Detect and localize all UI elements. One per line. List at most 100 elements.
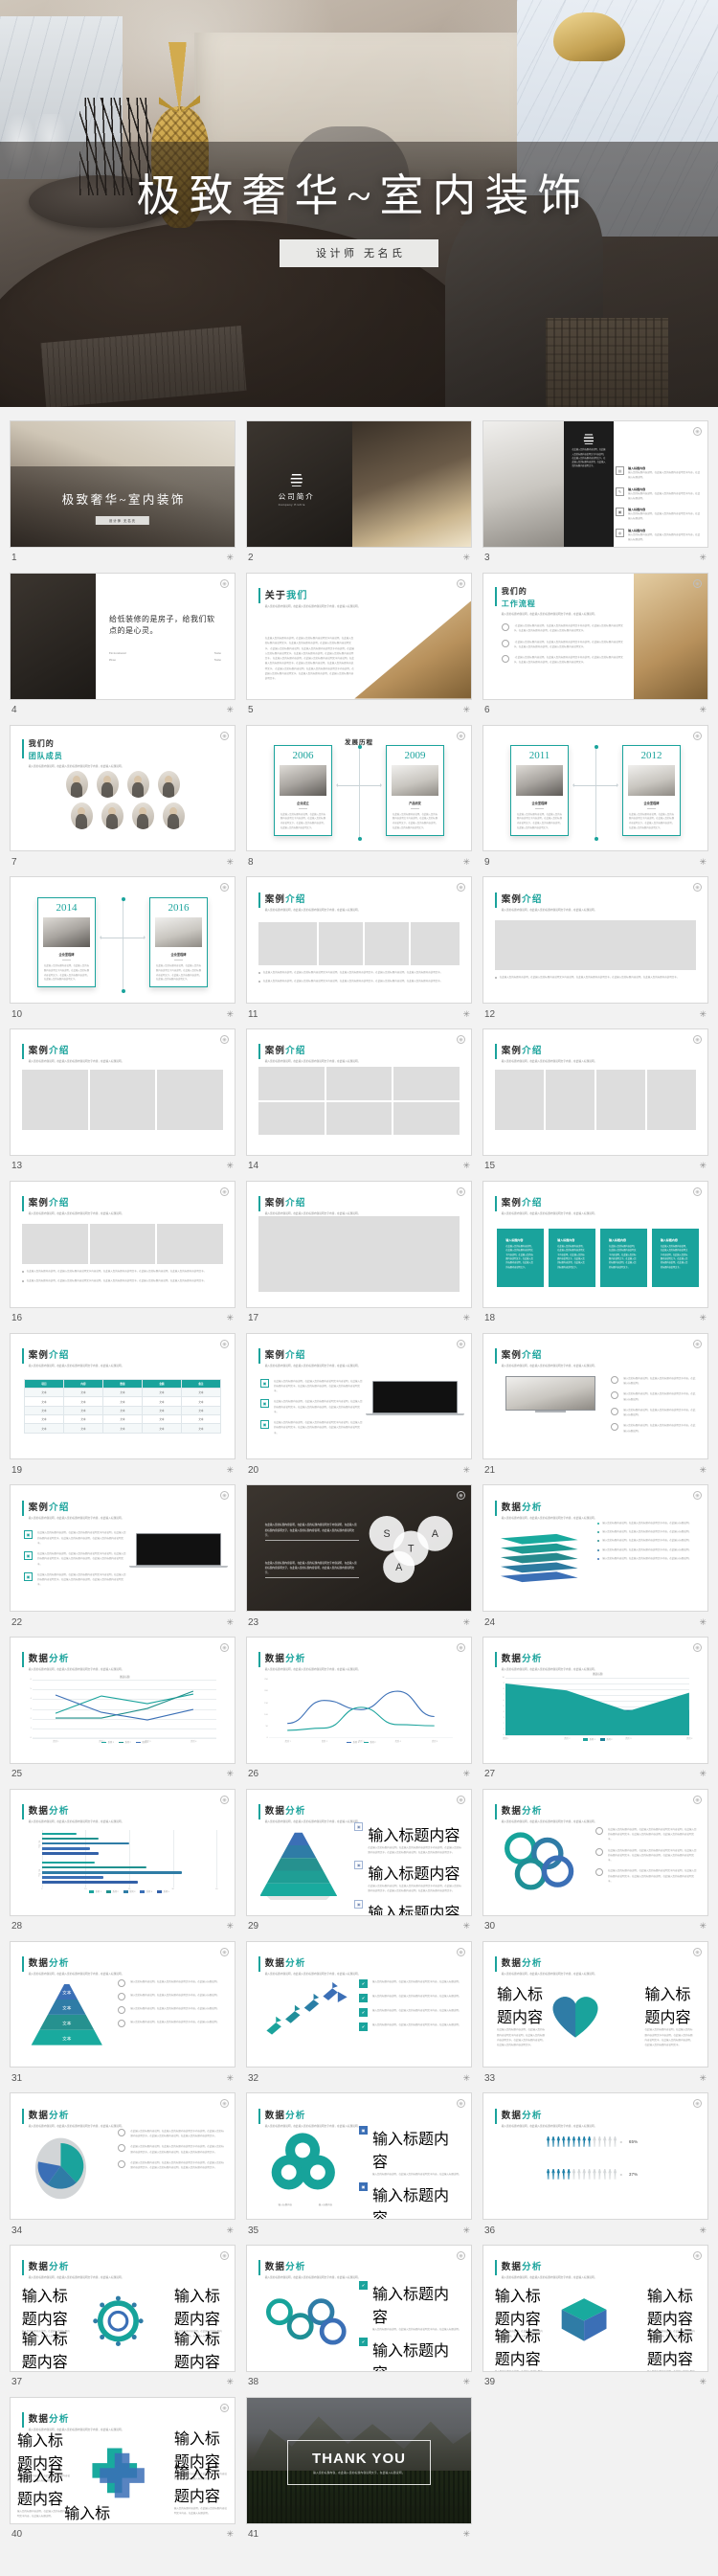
slide-thumbnail-4[interactable]: 给低装修的是房子，给我们软点的是心灵。 Environmental Name Phas… bbox=[10, 572, 236, 700]
slide-thumbnail-35[interactable]: 数据分析 输入您的标题内容说明，在此输入您的标题内容说明文字内容，在此输入标题说明… bbox=[246, 2092, 472, 2220]
favorite-star-icon[interactable]: ✳ bbox=[226, 1009, 234, 1019]
list-item[interactable]: · 在此输入您的标题内容说明，在此输入您的标题内容说明文字内容说明，在此输入您的… bbox=[501, 639, 627, 650]
slide-thumbnail-26[interactable]: 数据分析 输入您的标题内容说明，在此输入您的标题内容说明文字内容，在此输入标题说明… bbox=[246, 1637, 472, 1764]
slide-thumbnail-40[interactable]: 数据分析 输入您的标题内容说明，在此输入您的标题内容说明文字内容，在此输入标题说明… bbox=[10, 2396, 236, 2524]
favorite-star-icon[interactable]: ✳ bbox=[462, 857, 470, 867]
list-item[interactable]: ▣ 在此输入您的标题内容说明，在此输入您的标题内容说明文字内容说明，在此输入您的标… bbox=[24, 1551, 127, 1567]
favorite-star-icon[interactable]: ✳ bbox=[226, 1465, 234, 1475]
slide-thumbnail-11[interactable]: 案例介绍 输入您的标题内容说明，在此输入您的标题内容说明文字内容，在此输入标题说明… bbox=[246, 876, 472, 1004]
slide-thumbnail-22[interactable]: 案例介绍 输入您的标题内容说明，在此输入您的标题内容说明文字内容，在此输入标题说明… bbox=[10, 1484, 236, 1612]
list-item[interactable]: 输入您的标题内容说明，在此输入您的标题内容说明文字内容，在此输入标题说明。 bbox=[611, 1407, 696, 1418]
favorite-star-icon[interactable]: ✳ bbox=[699, 1922, 707, 1931]
favorite-star-icon[interactable]: ✳ bbox=[462, 1922, 470, 1931]
slide-thumbnail-30[interactable]: 数据分析 输入您的标题内容说明，在此输入您的标题内容说明文字内容，在此输入标题说明… bbox=[482, 1788, 708, 1916]
slide-thumbnail-29[interactable]: 数据分析 输入您的标题内容说明，在此输入您的标题内容说明文字内容，在此输入标题说明… bbox=[246, 1788, 472, 1916]
slide-thumbnail-32[interactable]: 数据分析 输入您的标题内容说明，在此输入您的标题内容说明文字内容，在此输入标题说明… bbox=[246, 1940, 472, 2068]
slide-thumbnail-14[interactable]: 案例介绍 输入您的标题内容说明，在此输入您的标题内容说明文字内容，在此输入标题说明… bbox=[246, 1028, 472, 1156]
favorite-star-icon[interactable]: ✳ bbox=[699, 1770, 707, 1778]
list-item[interactable]: 输入您的标题内容说明，在此输入您的标题内容说明文字内容，在此输入标题说明。 bbox=[611, 1423, 696, 1434]
favorite-star-icon[interactable]: ✳ bbox=[226, 857, 234, 867]
favorite-star-icon[interactable]: ✳ bbox=[462, 554, 470, 562]
slide-thumbnail-15[interactable]: 案例介绍 输入您的标题内容说明，在此输入您的标题内容说明文字内容，在此输入标题说明… bbox=[482, 1028, 708, 1156]
favorite-star-icon[interactable]: ✳ bbox=[699, 2378, 707, 2386]
favorite-star-icon[interactable]: ✳ bbox=[462, 1465, 470, 1475]
favorite-star-icon[interactable]: ✳ bbox=[462, 1770, 470, 1778]
favorite-star-icon[interactable]: ✳ bbox=[699, 1162, 707, 1170]
list-item[interactable]: 输入您的标题内容说明，在此输入您的标题内容说明文字内容，在此输入标题说明。 bbox=[611, 1391, 696, 1402]
list-item[interactable]: · 在此输入您的标题内容说明，在此输入您的标题内容说明文字内容说明，在此输入您的… bbox=[501, 655, 627, 666]
favorite-star-icon[interactable]: ✳ bbox=[462, 2073, 470, 2083]
slide-thumbnail-25[interactable]: 数据分析 输入您的标题内容说明，在此输入您的标题内容说明文字内容，在此输入标题说明… bbox=[10, 1637, 236, 1764]
list-item[interactable]: ▣ 在此输入您的标题内容说明，在此输入您的标题内容说明文字内容说明，在此输入您的标… bbox=[260, 1378, 364, 1394]
slide-thumbnail-20[interactable]: 案例介绍 输入您的标题内容说明，在此输入您的标题内容说明文字内容，在此输入标题说明… bbox=[246, 1332, 472, 1460]
favorite-star-icon[interactable]: ✳ bbox=[699, 1314, 707, 1322]
list-item[interactable]: ◍ 输入标题内容 输入您的标题内容说明，在此输入您的标题内容说明文字内容，在此输入标… bbox=[616, 528, 701, 543]
timeline-card[interactable]: 2014 企业里程碑 在此输入您的标题内容说明，在此输入您的标题内容说明文字内容说明… bbox=[37, 897, 96, 988]
slide-thumbnail-12[interactable]: 案例介绍 输入您的标题内容说明，在此输入您的标题内容说明文字内容，在此输入标题说明… bbox=[482, 876, 708, 1004]
list-item[interactable]: 输入您的标题内容说明，在此输入您的标题内容说明文字内容，在此输入标题说明。 bbox=[611, 1375, 696, 1387]
favorite-star-icon[interactable]: ✳ bbox=[226, 2378, 234, 2386]
favorite-star-icon[interactable]: ✳ bbox=[462, 1617, 470, 1627]
slide-thumbnail-21[interactable]: 案例介绍 输入您的标题内容说明，在此输入您的标题内容说明文字内容，在此输入标题说明… bbox=[482, 1332, 708, 1460]
favorite-star-icon[interactable]: ✳ bbox=[462, 706, 470, 714]
info-card[interactable]: 输入标题内容 在此输入您的标题内容说明，在此输入您的标题内容说明文字内容说明，在此… bbox=[548, 1229, 595, 1287]
slide-thumbnail-2[interactable]: 公司简介 Company Profile bbox=[246, 420, 472, 548]
list-item[interactable]: ✎ 输入标题内容 输入您的标题内容说明，在此输入您的标题内容说明文字内容，在此输入标… bbox=[616, 486, 701, 502]
slide-thumbnail-24[interactable]: 数据分析 输入您的标题内容说明，在此输入您的标题内容说明文字内容，在此输入标题说明… bbox=[482, 1484, 708, 1612]
info-card[interactable]: 输入标题内容 在此输入您的标题内容说明，在此输入您的标题内容说明文字内容说明，在此… bbox=[497, 1229, 545, 1287]
list-item[interactable]: ▣ 在此输入您的标题内容说明，在此输入您的标题内容说明文字内容说明，在此输入您的标… bbox=[24, 1530, 127, 1546]
slide-thumbnail-41[interactable]: THANK YOU 输入您的标题内容，在此输入您的标题内容说明文字。在此输入标题说… bbox=[246, 2396, 472, 2524]
slide-thumbnail-19[interactable]: 案例介绍 输入您的标题内容说明，在此输入您的标题内容说明文字内容，在此输入标题说明… bbox=[10, 1332, 236, 1460]
timeline-card[interactable]: 2009 产品研发 在此输入您的标题内容说明，在此输入您的标题内容说明文字内容说明，… bbox=[386, 745, 444, 836]
favorite-star-icon[interactable]: ✳ bbox=[462, 1314, 470, 1322]
favorite-star-icon[interactable]: ✳ bbox=[462, 2530, 470, 2539]
favorite-star-icon[interactable]: ✳ bbox=[462, 1162, 470, 1170]
slide-thumbnail-6[interactable]: 我们的 工作流程 输入您的标题内容说明，在此输入您的标题内容说明文字内容，在此输入标… bbox=[482, 572, 708, 700]
info-card[interactable]: 输入标题内容 在此输入您的标题内容说明，在此输入您的标题内容说明文字内容说明，在此… bbox=[651, 1229, 699, 1287]
slide-thumbnail-36[interactable]: 数据分析 输入您的标题内容说明，在此输入您的标题内容说明文字内容，在此输入标题说明… bbox=[482, 2092, 708, 2220]
timeline-card[interactable]: 2006 企业成立 在此输入您的标题内容说明，在此输入您的标题内容说明文字内容说明，… bbox=[274, 745, 332, 836]
favorite-star-icon[interactable]: ✳ bbox=[226, 1314, 234, 1322]
favorite-star-icon[interactable]: ✳ bbox=[699, 2226, 707, 2235]
favorite-star-icon[interactable]: ✳ bbox=[699, 1009, 707, 1019]
list-item[interactable]: · 在此输入您的标题内容说明，在此输入您的标题内容说明文字内容说明，在此输入您的… bbox=[501, 623, 627, 634]
favorite-star-icon[interactable]: ✳ bbox=[462, 1009, 470, 1019]
list-item[interactable]: ▣ 在此输入您的标题内容说明，在此输入您的标题内容说明文字内容说明，在此输入您的标… bbox=[260, 1420, 364, 1435]
slide-thumbnail-5[interactable]: 关于我们 输入您的标题内容说明，在此输入您的标题内容说明文字内容，在此输入标题说明… bbox=[246, 572, 472, 700]
favorite-star-icon[interactable]: ✳ bbox=[699, 857, 707, 867]
favorite-star-icon[interactable]: ✳ bbox=[226, 1162, 234, 1170]
favorite-star-icon[interactable]: ✳ bbox=[226, 1770, 234, 1778]
slide-thumbnail-8[interactable]: 发展历程 2006 企业成立 在此输入您的标题内容说明，在此输入您的标题内容说明文字内… bbox=[246, 724, 472, 852]
list-item[interactable]: ▤ 输入标题内容 输入您的标题内容说明，在此输入您的标题内容说明文字内容，在此输入标… bbox=[616, 466, 701, 481]
slide-thumbnail-27[interactable]: 数据分析 输入您的标题内容说明，在此输入您的标题内容说明文字内容，在此输入标题说明… bbox=[482, 1637, 708, 1764]
slide-thumbnail-34[interactable]: 数据分析 输入您的标题内容说明，在此输入您的标题内容说明文字内容，在此输入标题说明… bbox=[10, 2092, 236, 2220]
slide-thumbnail-1[interactable]: 极致奢华~室内装饰 设计师 无名氏 bbox=[10, 420, 236, 548]
slide-thumbnail-3[interactable]: 在此输入您的标题内容说明，在此输入您的标题内容说明文字内容说明，在此输入您的标题… bbox=[482, 420, 708, 548]
favorite-star-icon[interactable]: ✳ bbox=[226, 554, 234, 562]
slide-thumbnail-17[interactable]: 案例介绍 输入您的标题内容说明，在此输入您的标题内容说明文字内容，在此输入标题说明… bbox=[246, 1180, 472, 1308]
info-card[interactable]: 输入标题内容 在此输入您的标题内容说明，在此输入您的标题内容说明文字内容说明，在此… bbox=[599, 1229, 647, 1287]
favorite-star-icon[interactable]: ✳ bbox=[226, 1922, 234, 1931]
favorite-star-icon[interactable]: ✳ bbox=[226, 2530, 234, 2539]
timeline-card[interactable]: 2012 企业里程碑 在此输入您的标题内容说明，在此输入您的标题内容说明文字内容说明… bbox=[622, 745, 681, 836]
list-item[interactable]: ▣ 在此输入您的标题内容说明，在此输入您的标题内容说明文字内容说明，在此输入您的标… bbox=[260, 1399, 364, 1414]
slide-thumbnail-38[interactable]: 数据分析 输入您的标题内容说明，在此输入您的标题内容说明文字内容，在此输入标题说明… bbox=[246, 2245, 472, 2372]
favorite-star-icon[interactable]: ✳ bbox=[699, 2073, 707, 2083]
slide-thumbnail-23[interactable]: S T A A 在此输入您的标题内容说明，在此输入您的标题内容说明文字内容说明，在此输入… bbox=[246, 1484, 472, 1612]
favorite-star-icon[interactable]: ✳ bbox=[226, 2073, 234, 2083]
favorite-star-icon[interactable]: ✳ bbox=[699, 1465, 707, 1475]
slide-thumbnail-28[interactable]: 数据分析 输入您的标题内容说明，在此输入您的标题内容说明文字内容，在此输入标题说明… bbox=[10, 1788, 236, 1916]
favorite-star-icon[interactable]: ✳ bbox=[699, 1617, 707, 1627]
slide-thumbnail-37[interactable]: 数据分析 输入您的标题内容说明，在此输入您的标题内容说明文字内容，在此输入标题说明… bbox=[10, 2245, 236, 2372]
favorite-star-icon[interactable]: ✳ bbox=[226, 706, 234, 714]
slide-thumbnail-10[interactable]: 2014 企业里程碑 在此输入您的标题内容说明，在此输入您的标题内容说明文字内容说明… bbox=[10, 876, 236, 1004]
favorite-star-icon[interactable]: ✳ bbox=[226, 1617, 234, 1627]
slide-thumbnail-18[interactable]: 案例介绍 输入您的标题内容说明，在此输入您的标题内容说明文字内容，在此输入标题说明… bbox=[482, 1180, 708, 1308]
favorite-star-icon[interactable]: ✳ bbox=[462, 2226, 470, 2235]
list-item[interactable]: ▣ 在此输入您的标题内容说明，在此输入您的标题内容说明文字内容说明，在此输入您的标… bbox=[24, 1571, 127, 1588]
favorite-star-icon[interactable]: ✳ bbox=[226, 2226, 234, 2235]
timeline-card[interactable]: 2011 企业里程碑 在此输入您的标题内容说明，在此输入您的标题内容说明文字内容说明… bbox=[510, 745, 569, 836]
timeline-card[interactable]: 2016 企业里程碑 在此输入您的标题内容说明，在此输入您的标题内容说明文字内容说明… bbox=[149, 897, 208, 988]
slide-thumbnail-7[interactable]: 我们的 团队成员 输入您的标题内容说明，在此输入您的标题内容说明文字内容，在此输入标… bbox=[10, 724, 236, 852]
slide-thumbnail-9[interactable]: 2011 企业里程碑 在此输入您的标题内容说明，在此输入您的标题内容说明文字内容说明… bbox=[482, 724, 708, 852]
